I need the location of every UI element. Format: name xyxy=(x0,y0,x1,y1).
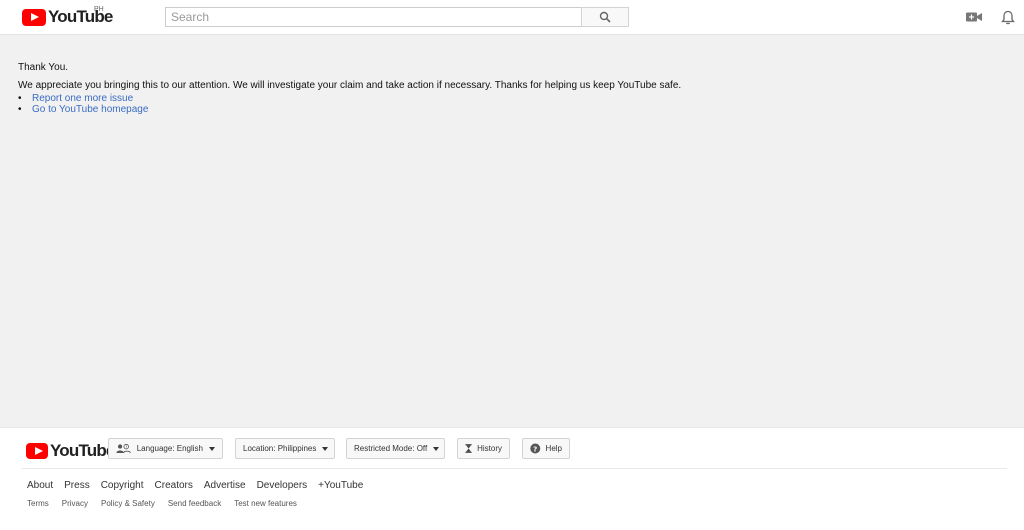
hourglass-icon xyxy=(465,444,472,453)
footer: YouTube ? Language: English Location: Ph… xyxy=(0,427,1024,530)
chevron-down-icon xyxy=(209,446,215,451)
list-item: • Report one more issue xyxy=(18,93,681,104)
confirmation-message: We appreciate you bringing this to our a… xyxy=(18,80,682,91)
footer-primary-links: About Press Copyright Creators Advertise… xyxy=(27,480,374,491)
bullet: • xyxy=(18,103,22,115)
footer-link-press[interactable]: Press xyxy=(64,480,90,491)
language-label: Language: English xyxy=(136,444,203,453)
confirmation-content: Thank You. We appreciate you bringing th… xyxy=(18,62,681,115)
search-placeholder: Search xyxy=(171,10,210,24)
video-camera-icon xyxy=(966,12,982,22)
youtube-play-icon xyxy=(26,443,48,459)
help-label: Help xyxy=(545,444,562,453)
country-code: PH xyxy=(94,6,104,13)
list-item: • Go to YouTube homepage xyxy=(18,104,681,115)
people-icon: ? xyxy=(116,443,131,454)
youtube-homepage-link[interactable]: Go to YouTube homepage xyxy=(32,104,148,116)
footer-link-about[interactable]: About xyxy=(27,480,53,491)
footer-link-plus-youtube[interactable]: +YouTube xyxy=(318,480,363,491)
footer-link-send-feedback[interactable]: Send feedback xyxy=(168,499,221,508)
footer-link-privacy[interactable]: Privacy xyxy=(62,499,88,508)
chevron-down-icon xyxy=(433,446,440,451)
bell-icon xyxy=(1001,10,1015,24)
history-label: History xyxy=(477,444,502,453)
history-button[interactable]: History xyxy=(457,438,510,459)
footer-link-policy-safety[interactable]: Policy & Safety xyxy=(101,499,155,508)
footer-secondary-links: Terms Privacy Policy & Safety Send feedb… xyxy=(27,499,310,508)
footer-link-creators[interactable]: Creators xyxy=(155,480,193,491)
footer-link-terms[interactable]: Terms xyxy=(27,499,49,508)
location-label: Location: Philippines xyxy=(243,444,317,453)
next-steps-list: • Report one more issue • Go to YouTube … xyxy=(18,93,681,115)
question-circle-icon: ? xyxy=(530,443,541,454)
youtube-play-icon xyxy=(22,8,46,26)
footer-link-developers[interactable]: Developers xyxy=(257,480,308,491)
chevron-down-icon xyxy=(322,446,329,451)
footer-link-copyright[interactable]: Copyright xyxy=(101,480,144,491)
footer-link-test-new-features[interactable]: Test new features xyxy=(234,499,297,508)
masthead: YouTube PH Search xyxy=(0,0,1024,35)
svg-text:?: ? xyxy=(125,445,127,449)
thank-you-heading: Thank You. xyxy=(18,62,69,73)
search-button[interactable] xyxy=(581,7,629,27)
footer-youtube-logo[interactable]: YouTube xyxy=(26,441,115,461)
location-picker-button[interactable]: Location: Philippines xyxy=(235,438,335,459)
restricted-mode-label: Restricted Mode: Off xyxy=(354,444,428,453)
search-input[interactable]: Search xyxy=(165,7,582,27)
language-picker-button[interactable]: ? Language: English xyxy=(108,438,223,459)
svg-text:?: ? xyxy=(533,444,537,453)
footer-link-advertise[interactable]: Advertise xyxy=(204,480,246,491)
help-button[interactable]: ? Help xyxy=(522,438,570,459)
search-icon xyxy=(599,11,611,23)
restricted-mode-button[interactable]: Restricted Mode: Off xyxy=(346,438,445,459)
footer-logo-wordmark: YouTube xyxy=(50,441,115,460)
notifications-button[interactable] xyxy=(1000,9,1016,25)
upload-button[interactable] xyxy=(965,9,983,25)
footer-divider xyxy=(22,468,1007,469)
